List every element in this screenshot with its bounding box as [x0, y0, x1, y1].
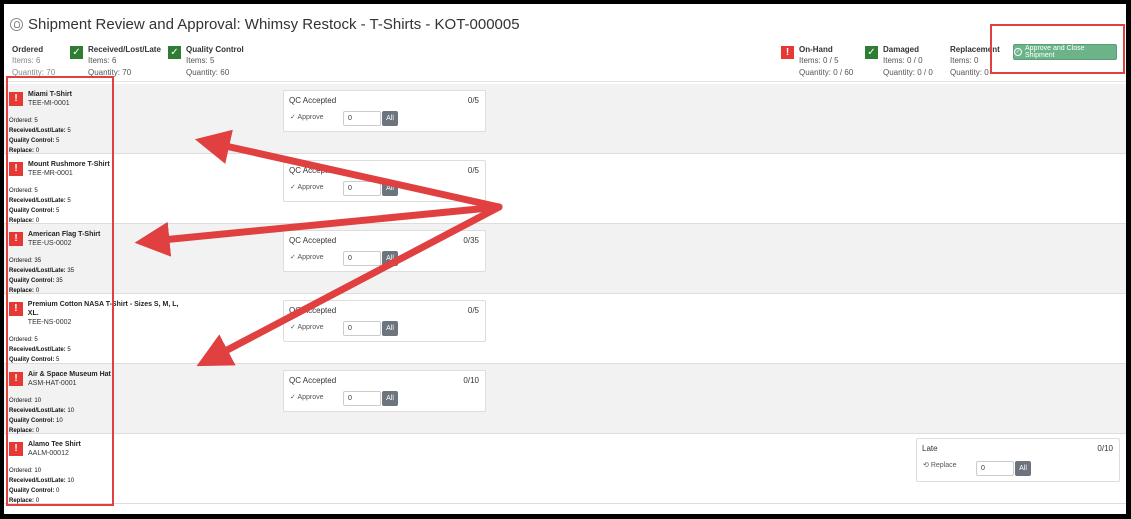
annotation-arrows: [134, 129, 503, 367]
page-frame: Shipment Review and Approval: Whimsy Res…: [4, 4, 1126, 514]
annotation-arrow: [194, 129, 503, 211]
